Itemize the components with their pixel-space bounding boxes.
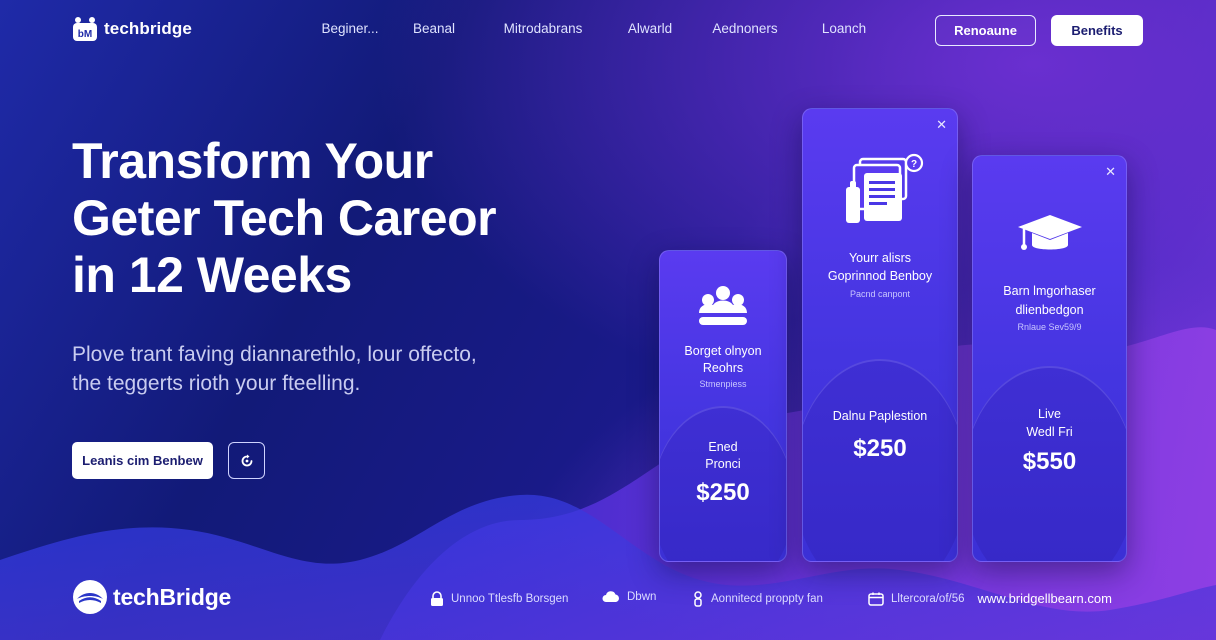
- nav-link[interactable]: Alwarld: [618, 21, 682, 36]
- hero-subtitle: Plove trant faving diannarethlo, lour of…: [72, 340, 592, 398]
- card-title-line: Goprinnod Benboy: [827, 269, 933, 283]
- nav-link[interactable]: Beginer...: [300, 21, 400, 36]
- nav-link[interactable]: Aednoners: [682, 21, 808, 36]
- card-sub-line: Pronci: [705, 457, 741, 471]
- footer-item-text: Unnoo Ttlesfb Borsgen: [451, 593, 569, 605]
- person-icon: [694, 591, 702, 607]
- footer-item: Unnoo Ttlesfb Borsgen: [430, 591, 568, 607]
- hero-subtitle-line: Plove trant faving diannarethlo, lour of…: [72, 343, 477, 366]
- calendar-icon: [868, 592, 884, 606]
- nav-links: Beginer... Beanal Mitrodabrans Alwarld A…: [300, 21, 880, 36]
- benefits-button[interactable]: Benefits: [1051, 15, 1143, 46]
- cta-button[interactable]: Leanis cim Benbew: [72, 442, 213, 479]
- outline-nav-button[interactable]: Renoaune: [935, 15, 1036, 46]
- teamwork-icon: [660, 283, 786, 329]
- nav-link[interactable]: Beanal: [400, 21, 468, 36]
- footer-item: Aonnitecd proppty fan: [692, 591, 823, 607]
- footer-item-text: Aonnitecd proppty fan: [711, 593, 823, 605]
- card-title-line: dlienbedgon: [1015, 303, 1084, 317]
- card-price: $250: [853, 435, 907, 462]
- svg-text:?: ?: [911, 159, 917, 170]
- card-price: $550: [1022, 448, 1077, 475]
- top-navigation: bM techbridge Beginer... Beanal Mitrodab…: [0, 0, 1216, 62]
- hero-title-line: Transform Your: [72, 133, 433, 189]
- footer-brand-name: techBridge: [113, 583, 232, 610]
- documents-icon: ?: [803, 153, 957, 229]
- close-icon[interactable]: ✕: [1105, 164, 1116, 180]
- nav-link[interactable]: Mitrodabrans: [468, 21, 618, 36]
- card-title-line: Reohrs: [702, 361, 744, 375]
- pricing-card-1[interactable]: Borget olnyon Reohrs Stmenpiess Ened Pro…: [659, 250, 787, 562]
- refresh-button[interactable]: [228, 442, 265, 479]
- bridge-logo-icon: [73, 580, 107, 614]
- hero-title-line: in 12 Weeks: [72, 247, 352, 303]
- brand-name: techbridge: [104, 19, 192, 38]
- card-sub-line: Wedl Fri: [1026, 425, 1073, 439]
- robot-logo-icon: bM: [73, 17, 97, 41]
- card-sub-line: Live: [1038, 407, 1061, 421]
- card-sub-line: Ened: [708, 440, 738, 454]
- card-title-line: Yourr alisrs: [848, 251, 912, 265]
- pricing-card-3[interactable]: ✕ Barn lmgorhaser dlienbedgon Rnlaue Sev…: [972, 155, 1127, 562]
- footer-brand-logo[interactable]: techBridge: [72, 579, 231, 615]
- card-small-text: Stmenpiess: [699, 379, 747, 389]
- brand-logo[interactable]: bM techbridge: [72, 16, 192, 42]
- lock-icon: [431, 591, 443, 606]
- nav-link[interactable]: Loanch: [808, 21, 880, 36]
- pricing-card-2[interactable]: ✕ ? Yourr alisrs Goprinnod Benboy Pacnd …: [802, 108, 958, 562]
- hero-title-line: Geter Tech Careor: [72, 190, 497, 246]
- card-title-line: Barn lmgorhaser: [1003, 284, 1096, 298]
- hero-subtitle-line: the teggerts rioth your fteelling.: [72, 372, 361, 395]
- svg-text:bM: bM: [78, 29, 92, 40]
- footer-item-text: Lltercora/of/56: [891, 592, 965, 605]
- close-icon[interactable]: ✕: [936, 117, 947, 133]
- website-link[interactable]: www.bridgellbearn.com: [978, 591, 1112, 606]
- card-sub-line: Dalnu Paplestion: [832, 409, 928, 423]
- card-small-text: Rnlaue Sev59/9: [1017, 322, 1082, 332]
- refresh-icon: [241, 454, 252, 466]
- card-price: $250: [696, 479, 750, 506]
- footer-item: Dbwn: [602, 591, 656, 603]
- card-small-text: Pacnd canpont: [849, 289, 911, 299]
- cloud-icon: [602, 591, 619, 602]
- hero-title: Transform Your Geter Tech Careor in 12 W…: [72, 133, 592, 304]
- footer-item-text: Dbwn: [627, 591, 657, 603]
- card-title-line: Borget olnyon: [684, 344, 762, 358]
- footer-item: Lltercora/of/56 www.bridgellbearn.com: [868, 591, 1112, 606]
- graduation-cap-icon: [973, 211, 1126, 257]
